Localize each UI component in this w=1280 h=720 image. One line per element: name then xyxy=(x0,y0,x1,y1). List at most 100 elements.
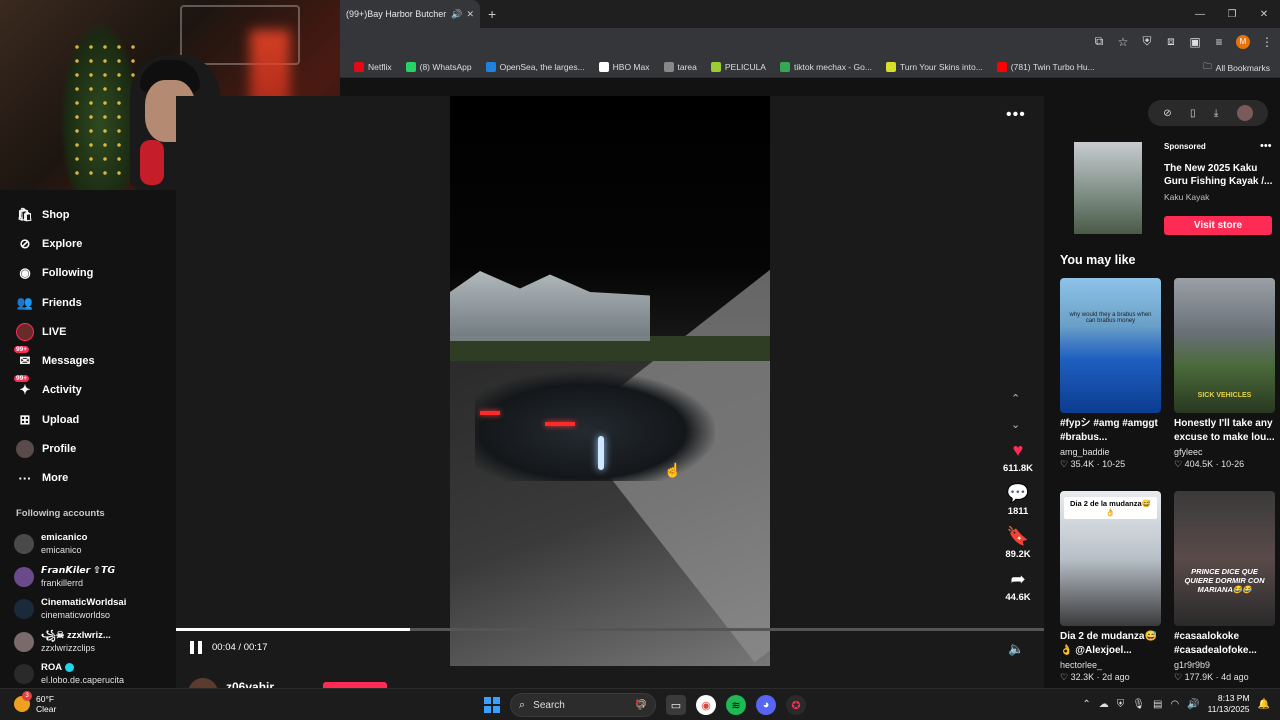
video-caption[interactable]: #fypシ #amg #amggt #brabus... xyxy=(1060,417,1161,445)
network-icon[interactable]: ▤ xyxy=(1153,699,1162,710)
following-account[interactable]: ROA el.lobo.de.caperucita xyxy=(14,658,126,691)
nav-item-messages[interactable]: ✉ 99+ Messages xyxy=(14,346,95,375)
nav-item-more[interactable]: ··· More xyxy=(16,464,95,493)
all-bookmarks-button[interactable]: 🗀 All Bookmarks xyxy=(1203,61,1270,75)
taskbar-search[interactable]: ⌕ Search 🦃 xyxy=(510,693,656,717)
nav-item-live[interactable]: LIVE xyxy=(16,317,95,346)
following-account[interactable]: 𝙁𝙧𝙖𝙣𝙆𝙞𝙡𝙚𝙧 ⇧𝙏𝙂 frankillerrd xyxy=(14,561,126,594)
bookmark-item[interactable]: Turn Your Skins into... xyxy=(885,61,983,72)
account-name: ꧁☠ zzxlwriz... xyxy=(41,629,111,641)
install-app-icon[interactable]: ⧉ xyxy=(1092,34,1106,49)
following-account[interactable]: emicanico emicanico xyxy=(14,528,126,561)
mic-icon[interactable]: 🎙 xyxy=(1132,699,1145,710)
task-view-icon[interactable]: ▭ xyxy=(666,695,686,715)
chrome-icon[interactable]: ◉ xyxy=(696,695,716,715)
media-controls-icon[interactable]: ≡ xyxy=(1212,35,1226,49)
cloud-icon[interactable]: ☁ xyxy=(1099,699,1109,710)
ad-title[interactable]: The New 2025 Kaku Guru Fishing Kayak /..… xyxy=(1164,162,1274,188)
start-button[interactable] xyxy=(484,697,500,713)
close-tab-icon[interactable]: ✕ xyxy=(466,9,474,20)
bookmark-item[interactable]: tarea xyxy=(663,61,697,72)
nav-item-label: Messages xyxy=(42,355,95,368)
discord-icon[interactable]: ◕ xyxy=(756,695,776,715)
video-caption[interactable]: #casaalokoke #casadealofoke... xyxy=(1174,630,1275,658)
save-button[interactable]: 🔖 89.2K xyxy=(996,525,1040,560)
bookmark-item[interactable]: HBO Max xyxy=(598,61,650,72)
download-icon[interactable]: ⤓ xyxy=(1214,108,1218,119)
wifi-icon[interactable]: ◠ xyxy=(1170,699,1179,710)
more-options-icon[interactable]: ••• xyxy=(1006,106,1026,124)
nav-item-explore[interactable]: ⊘ Explore xyxy=(16,229,95,258)
shield-tray-icon[interactable]: ⛨ xyxy=(1117,699,1125,710)
profile-avatar[interactable]: M xyxy=(1236,34,1250,49)
new-tab-button[interactable]: + xyxy=(488,6,496,22)
share-button[interactable]: ➦ 44.6K xyxy=(996,568,1040,603)
video-thumbnail[interactable]: PRINCE DICE QUE QUIERE DORMIR CON MARIAN… xyxy=(1174,491,1275,626)
clock[interactable]: 8:13 PM 11/13/2025 xyxy=(1208,693,1250,715)
sidebar-icon[interactable]: ▣ xyxy=(1188,35,1202,49)
search-highlight-icon: 🦃 xyxy=(634,699,647,711)
bookmark-item[interactable]: tiktok mechax - Go... xyxy=(779,61,872,72)
nav-item-following[interactable]: ◉ Following xyxy=(16,259,95,288)
shield-extension-icon[interactable]: ⛨ xyxy=(1140,34,1154,49)
visit-store-button[interactable]: Visit store xyxy=(1164,216,1272,235)
recommended-video[interactable]: SICK VEHICLES Honestly I'll take any exc… xyxy=(1174,278,1275,470)
restore-icon[interactable]: ❐ xyxy=(1216,0,1248,28)
notification-bell-icon[interactable]: 🔔 xyxy=(1258,699,1270,710)
nav-item-friends[interactable]: 👥 Friends xyxy=(16,288,95,317)
next-video-icon[interactable]: ⌄ xyxy=(1011,412,1020,438)
coin-icon[interactable]: ⊘ xyxy=(1163,108,1171,119)
ad-more-icon[interactable]: ••• xyxy=(1260,140,1272,152)
video-user[interactable]: gfyleec xyxy=(1174,447,1275,457)
author-name[interactable]: z06vahir xyxy=(226,680,274,688)
like-button[interactable]: ♥ 611.8K xyxy=(996,439,1040,474)
nav-item-shop[interactable]: 🛍 Shop xyxy=(16,200,95,229)
spotify-icon[interactable]: ≋ xyxy=(726,695,746,715)
video-caption[interactable]: Dia 2 de mudanza😅👌 @Alexjoel... xyxy=(1060,630,1161,658)
bookmark-item[interactable]: OpenSea, the larges... xyxy=(485,61,585,72)
author-avatar[interactable] xyxy=(188,678,218,688)
chrome-menu-icon[interactable]: ⋮ xyxy=(1260,35,1274,49)
video-user[interactable]: g1r9r9b9 xyxy=(1174,660,1275,670)
close-window-icon[interactable]: ✕ xyxy=(1248,0,1280,28)
phone-icon[interactable]: ▯ xyxy=(1190,108,1196,119)
video-user[interactable]: hectorlee_ xyxy=(1060,660,1161,670)
nav-item-activity[interactable]: ✦ 99+ Activity xyxy=(14,375,95,405)
chevron-up-icon[interactable]: ⌃ xyxy=(1082,699,1090,710)
weather-widget[interactable]: 3 60°F Clear xyxy=(14,691,56,714)
ad-thumbnail[interactable] xyxy=(1074,142,1142,234)
user-avatar[interactable] xyxy=(1236,105,1253,121)
browser-tab-active[interactable]: (99+)Bay Harbor Butcher: T 🔊 ✕ xyxy=(340,0,480,28)
bookmark-item[interactable]: PELICULA xyxy=(710,61,766,72)
video-thumbnail[interactable]: why would they a brabus when can brabus … xyxy=(1060,278,1161,413)
nav-item-upload[interactable]: ⊞ Upload xyxy=(16,405,95,434)
app-icon[interactable]: ✪ xyxy=(786,695,806,715)
following-account[interactable]: CinematicWorldsai cinematicworldso xyxy=(14,593,126,626)
video-thumbnail[interactable]: SICK VEHICLES xyxy=(1174,278,1275,413)
comment-button[interactable]: 💬 1811 xyxy=(996,482,1040,517)
minimize-icon[interactable]: — xyxy=(1184,0,1216,28)
previous-video-icon[interactable]: ⌃ xyxy=(1011,386,1020,412)
nav-item-profile[interactable]: Profile xyxy=(16,434,95,463)
progress-bar[interactable] xyxy=(176,628,1044,631)
recommended-video[interactable]: why would they a brabus when can brabus … xyxy=(1060,278,1161,470)
speaker-icon[interactable]: 🔊 xyxy=(451,9,462,20)
speaker-tray-icon[interactable]: 🔊 xyxy=(1187,699,1199,710)
video-player[interactable]: ••• ⌃ ⌄ ♥ 611.8K 💬 1811 🔖 89.2K ➦ 44.6K xyxy=(176,96,1044,688)
bookmark-item[interactable]: (8) WhatsApp xyxy=(405,61,472,72)
bookmark-item[interactable]: Netflix xyxy=(354,61,392,72)
recommended-video[interactable]: Dia 2 de la mudanza😅👌 Dia 2 de mudanza😅👌… xyxy=(1060,491,1161,683)
video-frame[interactable] xyxy=(450,96,770,666)
pause-icon[interactable] xyxy=(190,641,202,654)
video-thumbnail[interactable]: Dia 2 de la mudanza😅👌 xyxy=(1060,491,1161,626)
bookmark-favicon-icon xyxy=(710,61,721,72)
video-user[interactable]: amg_baddie xyxy=(1060,447,1161,457)
following-account[interactable]: ꧁☠ zzxlwriz... zzxlwrizzclips xyxy=(14,626,126,659)
bookmark-star-icon[interactable]: ☆ xyxy=(1116,35,1130,49)
extensions-icon[interactable]: ⧈ xyxy=(1164,34,1178,49)
video-caption[interactable]: Honestly I'll take any excuse to make lo… xyxy=(1174,417,1275,445)
recommended-video[interactable]: PRINCE DICE QUE QUIERE DORMIR CON MARIAN… xyxy=(1174,491,1275,683)
volume-icon[interactable]: 🔈 xyxy=(1008,641,1024,657)
account-handle: emicanico xyxy=(41,545,82,556)
bookmark-item[interactable]: (781) Twin Turbo Hu... xyxy=(996,61,1095,72)
